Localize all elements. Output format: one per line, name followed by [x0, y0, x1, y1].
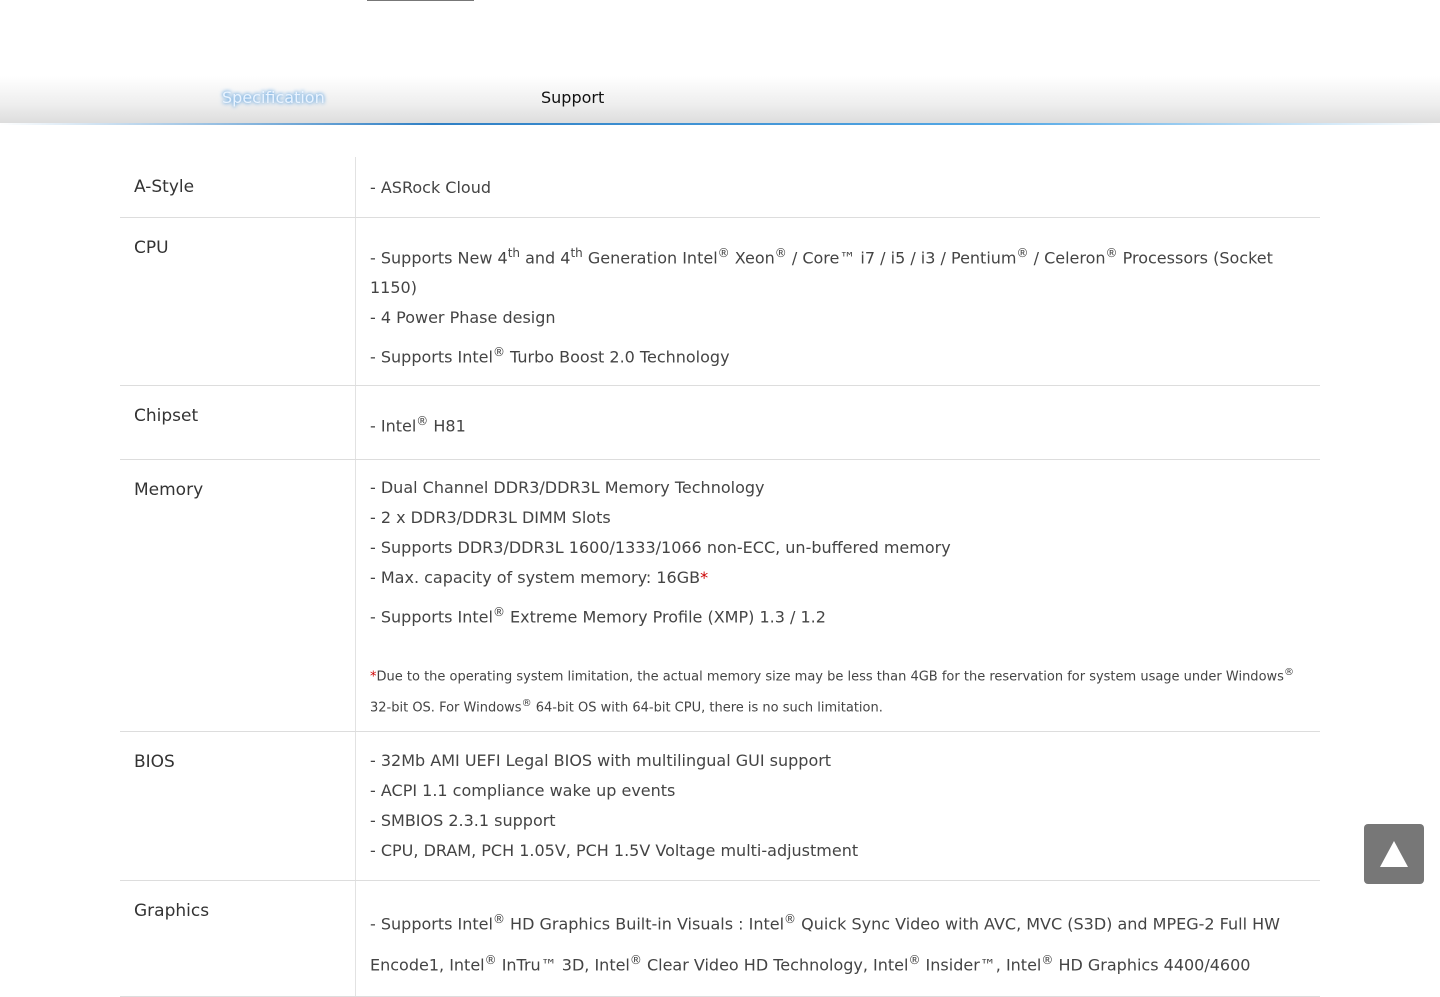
spec-value: - ASRock Cloud: [355, 157, 1320, 218]
spec-label: A-Style: [120, 157, 356, 218]
tab-bar: [0, 76, 1440, 123]
spec-row-astyle: A-Style - ASRock Cloud: [120, 157, 1320, 218]
spec-line: - 32Mb AMI UEFI Legal BIOS with multilin…: [370, 750, 832, 770]
spec-line: - Supports DDR3/DDR3L 1600/1333/1066 non…: [370, 537, 951, 557]
spec-row-bios: BIOS - 32Mb AMI UEFI Legal BIOS with mul…: [120, 731, 1320, 881]
spec-line: - Supports New 4th and 4th Generation In…: [370, 246, 1273, 298]
specification-table: A-Style - ASRock Cloud CPU - Supports Ne…: [120, 157, 1320, 997]
spec-row-memory: Memory - Dual Channel DDR3/DDR3L Memory …: [120, 459, 1320, 732]
spec-line: - Dual Channel DDR3/DDR3L Memory Technol…: [370, 477, 765, 497]
tab-support[interactable]: Support: [541, 89, 604, 107]
asterisk-marker: *: [700, 567, 709, 587]
spec-label: Graphics: [120, 880, 356, 997]
top-divider: [367, 0, 474, 1]
spec-row-chipset: Chipset - Intel® H81: [120, 385, 1320, 460]
spec-line: - Supports Intel® Turbo Boost 2.0 Techno…: [370, 345, 730, 367]
back-to-top-button[interactable]: [1364, 824, 1424, 884]
spec-value: - Supports New 4th and 4th Generation In…: [355, 217, 1320, 386]
spec-value: - 32Mb AMI UEFI Legal BIOS with multilin…: [355, 731, 1320, 881]
spec-line: - SMBIOS 2.3.1 support: [370, 810, 556, 830]
spec-line: - Supports Intel® HD Graphics Built-in V…: [370, 911, 1280, 975]
spec-label: CPU: [120, 217, 356, 386]
tab-bar-underline: [0, 123, 1440, 125]
spec-label: BIOS: [120, 731, 356, 881]
spec-value: - Supports Intel® HD Graphics Built-in V…: [355, 880, 1320, 997]
spec-line: - ACPI 1.1 compliance wake up events: [370, 780, 676, 800]
spec-line: - Supports Intel® Extreme Memory Profile…: [370, 604, 826, 627]
spec-line: - 4 Power Phase design: [370, 308, 556, 328]
tab-specification[interactable]: Specification: [222, 89, 325, 107]
spec-value: - Dual Channel DDR3/DDR3L Memory Technol…: [355, 459, 1320, 732]
spec-row-graphics: Graphics - Supports Intel® HD Graphics B…: [120, 880, 1320, 997]
spec-line: - Intel® H81: [370, 413, 466, 435]
spec-line: - 2 x DDR3/DDR3L DIMM Slots: [370, 507, 611, 527]
spec-value: - Intel® H81: [355, 385, 1320, 460]
spec-line: - CPU, DRAM, PCH 1.05V, PCH 1.5V Voltage…: [370, 840, 859, 860]
spec-line: - Max. capacity of system memory: 16GB*: [370, 567, 709, 587]
memory-footnote: *Due to the operating system limitation,…: [370, 667, 1294, 715]
spec-line: - ASRock Cloud: [370, 178, 491, 197]
triangle-up-icon: [1380, 841, 1408, 867]
spec-label: Chipset: [120, 385, 356, 460]
spec-label: Memory: [120, 459, 356, 732]
spec-row-cpu: CPU - Supports New 4th and 4th Generatio…: [120, 217, 1320, 386]
